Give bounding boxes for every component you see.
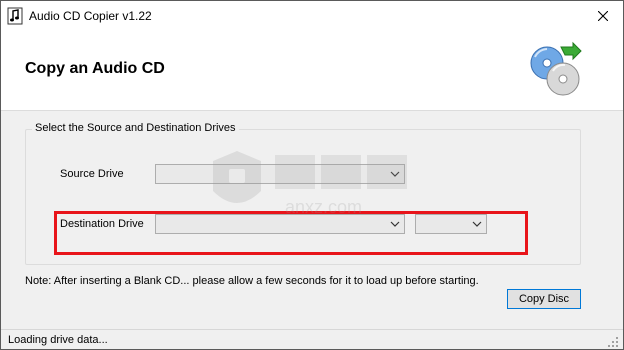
music-note-icon [7,7,23,25]
app-window: Audio CD Copier v1.22 Copy an Audio CD S… [0,0,624,350]
copy-disc-button[interactable]: Copy Disc [507,289,581,309]
page-title: Copy an Audio CD [25,60,165,77]
cd-copy-icon [530,41,582,96]
status-bar: Loading drive data... [1,329,623,349]
window-title: Audio CD Copier v1.22 [29,9,152,23]
close-icon [598,11,608,21]
source-drive-select[interactable] [155,164,405,184]
group-legend: Select the Source and Destination Drives [32,122,239,134]
header-banner: Copy an Audio CD [1,31,623,111]
resize-grip-icon[interactable] [607,336,619,348]
close-button[interactable] [583,3,623,29]
note-text: Note: After inserting a Blank CD... plea… [25,275,479,287]
status-text: Loading drive data... [8,334,108,346]
title-bar[interactable]: Audio CD Copier v1.22 [1,1,623,31]
source-drive-label: Source Drive [60,168,124,180]
destination-highlight-box [54,211,528,255]
chevron-down-icon [390,171,400,177]
